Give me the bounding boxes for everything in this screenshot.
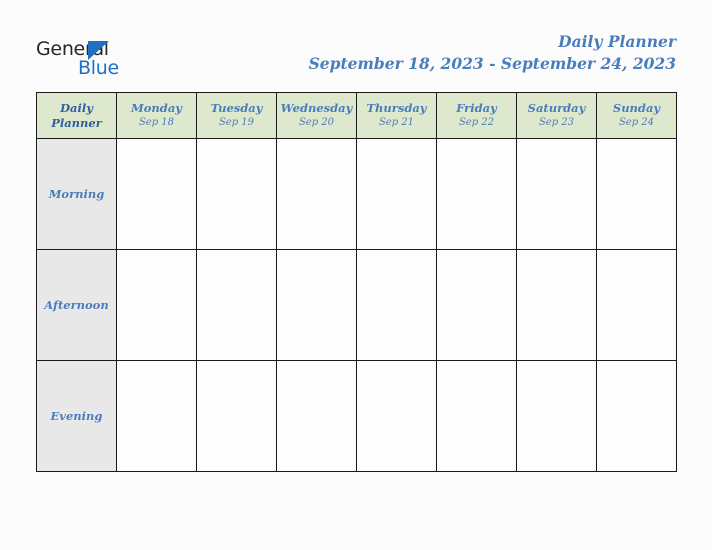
page-header: General Blue Daily Planner September 18,…: [0, 0, 712, 92]
day-date: Sep 24: [618, 117, 655, 128]
row-label-evening: Evening: [36, 360, 117, 472]
slot-afternoon-monday[interactable]: [116, 249, 197, 361]
column-header-monday: Monday Sep 18: [116, 92, 197, 139]
day-name: Tuesday: [210, 101, 263, 115]
date-range: September 18, 2023 - September 24, 2023: [308, 54, 676, 73]
corner-label-line-1: Daily: [60, 100, 93, 115]
slot-evening-thursday[interactable]: [356, 360, 437, 472]
day-date: Sep 20: [298, 117, 335, 128]
general-blue-logo[interactable]: General Blue: [36, 38, 156, 80]
day-name: Friday: [456, 101, 497, 115]
slot-evening-wednesday[interactable]: [276, 360, 357, 472]
table-corner-cell: Daily Planner: [36, 92, 117, 139]
row-label-text: Afternoon: [44, 298, 109, 312]
row-label-morning: Morning: [36, 138, 117, 250]
table-header-row: Daily Planner Monday Sep 18 Tuesday Sep …: [36, 92, 677, 139]
slot-afternoon-thursday[interactable]: [356, 249, 437, 361]
day-name: Wednesday: [280, 101, 353, 115]
slot-morning-saturday[interactable]: [516, 138, 597, 250]
row-label-text: Evening: [50, 409, 103, 423]
day-name: Thursday: [366, 101, 427, 115]
slot-afternoon-friday[interactable]: [436, 249, 517, 361]
slot-evening-sunday[interactable]: [596, 360, 677, 472]
day-name: Saturday: [527, 101, 586, 115]
slot-afternoon-wednesday[interactable]: [276, 249, 357, 361]
table-row-morning: Morning: [36, 138, 677, 250]
day-name: Monday: [131, 101, 182, 115]
slot-morning-sunday[interactable]: [596, 138, 677, 250]
table-row-evening: Evening: [36, 360, 677, 472]
slot-morning-wednesday[interactable]: [276, 138, 357, 250]
row-label-text: Morning: [48, 187, 105, 201]
slot-afternoon-tuesday[interactable]: [196, 249, 277, 361]
slot-afternoon-sunday[interactable]: [596, 249, 677, 361]
table-row-afternoon: Afternoon: [36, 249, 677, 361]
row-label-afternoon: Afternoon: [36, 249, 117, 361]
slot-morning-friday[interactable]: [436, 138, 517, 250]
slot-afternoon-saturday[interactable]: [516, 249, 597, 361]
column-header-wednesday: Wednesday Sep 20: [276, 92, 357, 139]
day-date: Sep 23: [538, 117, 575, 128]
slot-morning-thursday[interactable]: [356, 138, 437, 250]
column-header-friday: Friday Sep 22: [436, 92, 517, 139]
day-date: Sep 19: [218, 117, 255, 128]
slot-evening-saturday[interactable]: [516, 360, 597, 472]
page-title: Daily Planner: [558, 32, 676, 51]
corner-label-line-2: Planner: [51, 115, 102, 130]
slot-morning-monday[interactable]: [116, 138, 197, 250]
day-name: Sunday: [612, 101, 661, 115]
day-date: Sep 22: [458, 117, 495, 128]
logo-word-blue: Blue: [78, 57, 119, 79]
daily-planner-table: Daily Planner Monday Sep 18 Tuesday Sep …: [36, 92, 677, 472]
slot-evening-tuesday[interactable]: [196, 360, 277, 472]
day-date: Sep 18: [138, 117, 175, 128]
slot-evening-monday[interactable]: [116, 360, 197, 472]
slot-morning-tuesday[interactable]: [196, 138, 277, 250]
slot-evening-friday[interactable]: [436, 360, 517, 472]
column-header-thursday: Thursday Sep 21: [356, 92, 437, 139]
title-block: Daily Planner September 18, 2023 - Septe…: [309, 32, 676, 75]
column-header-sunday: Sunday Sep 24: [596, 92, 677, 139]
column-header-tuesday: Tuesday Sep 19: [196, 92, 277, 139]
day-date: Sep 21: [378, 117, 415, 128]
column-header-saturday: Saturday Sep 23: [516, 92, 597, 139]
